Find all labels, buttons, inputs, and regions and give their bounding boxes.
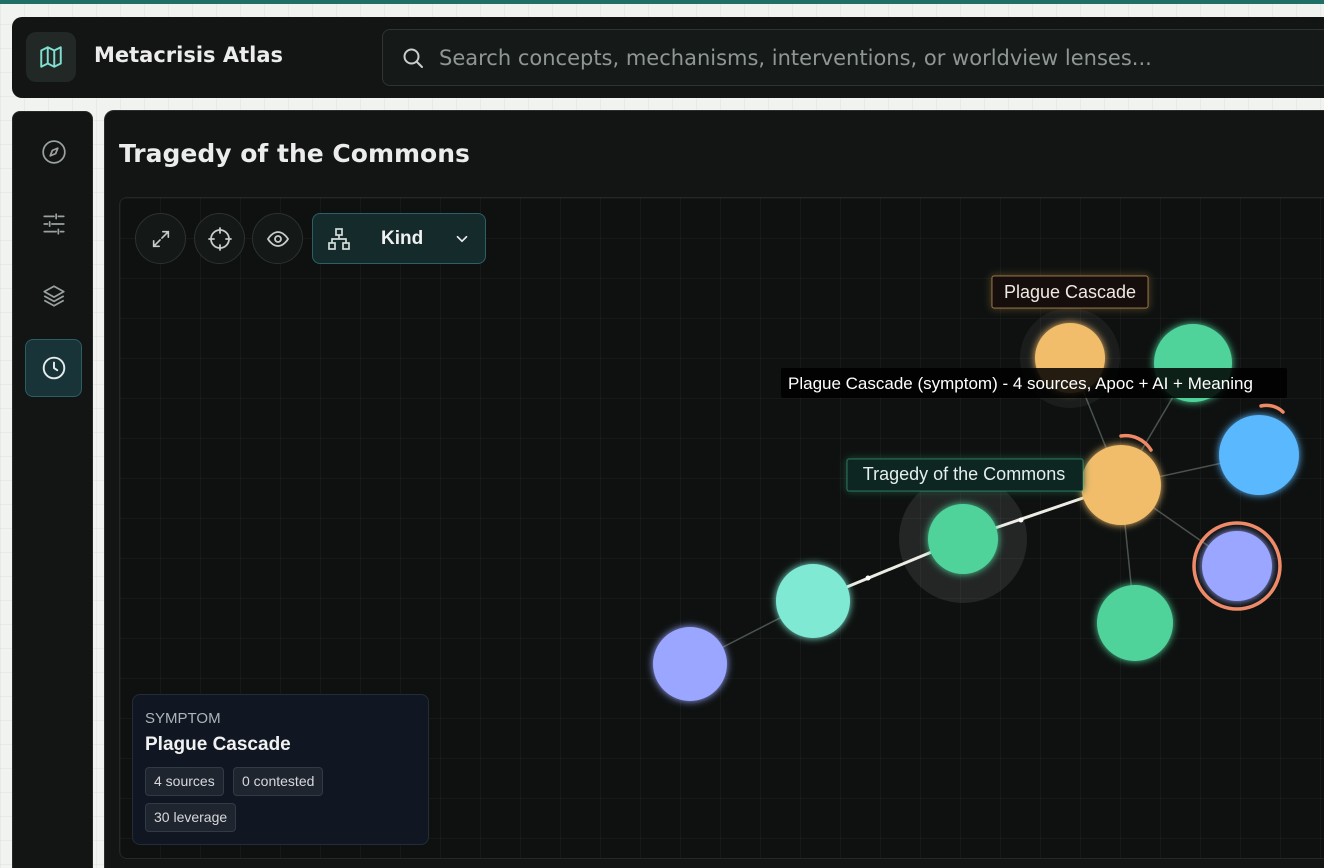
compass-icon — [41, 140, 66, 164]
search-box[interactable] — [382, 29, 1324, 86]
expand-icon — [152, 230, 169, 247]
node-arc-marker — [1259, 403, 1285, 414]
map-icon[interactable] — [26, 32, 76, 82]
graph-canvas[interactable]: Plague Cascade Plague Cascade (symptom) … — [119, 197, 1324, 859]
app-title: Metacrisis Atlas — [94, 43, 284, 67]
sidebar-item-history[interactable] — [25, 339, 82, 397]
group-by-select[interactable]: Kind — [312, 213, 486, 264]
node-info-card: SYMPTOM Plague Cascade 4 sources 0 conte… — [132, 694, 429, 845]
top-accent-bar — [0, 0, 1324, 4]
node-name: Plague Cascade — [145, 734, 291, 755]
layers-icon — [42, 285, 65, 307]
clock-icon — [42, 356, 65, 380]
sources-chip: 4 sources — [145, 767, 224, 796]
sliders-icon — [42, 213, 65, 235]
graph-node-tragedy-of-the-commons[interactable] — [928, 504, 998, 574]
main-panel: Tragedy of the Commons Plague Cascade Pl… — [104, 110, 1324, 868]
app-header: Metacrisis Atlas — [12, 17, 1324, 98]
hierarchy-icon — [328, 228, 350, 250]
node-label-tragedy-of-the-commons: Tragedy of the Commons — [863, 464, 1065, 484]
edge-particle — [865, 575, 871, 581]
graph-node-symptom-hub[interactable] — [1081, 445, 1161, 525]
graph-node-mint[interactable] — [776, 564, 850, 638]
sidebar-item-filters[interactable] — [25, 195, 82, 253]
crosshair-icon — [207, 226, 232, 251]
sidebar — [12, 111, 93, 868]
graph-node-lens-contested[interactable] — [1202, 531, 1272, 601]
search-icon — [401, 46, 425, 74]
contested-chip: 0 contested — [233, 767, 324, 796]
node-tooltip: Plague Cascade (symptom) - 4 sources, Ap… — [788, 374, 1253, 393]
search-input[interactable] — [439, 40, 1319, 76]
sidebar-item-explore[interactable] — [25, 123, 82, 181]
center-button[interactable] — [194, 213, 245, 264]
expand-button[interactable] — [135, 213, 186, 264]
graph-node-mechanism-lower[interactable] — [1097, 585, 1173, 661]
group-by-label: Kind — [381, 228, 424, 249]
graph-node-blue[interactable] — [1219, 415, 1299, 495]
graph-node-lens[interactable] — [653, 627, 727, 701]
eye-icon — [266, 230, 289, 247]
page-title: Tragedy of the Commons — [119, 139, 470, 168]
visibility-button[interactable] — [252, 213, 303, 264]
node-kind: SYMPTOM — [145, 710, 221, 727]
node-label-plague-cascade: Plague Cascade — [1004, 282, 1136, 302]
sidebar-item-layers[interactable] — [25, 267, 82, 325]
leverage-chip: 30 leverage — [145, 803, 237, 832]
chevron-down-icon — [456, 235, 468, 243]
